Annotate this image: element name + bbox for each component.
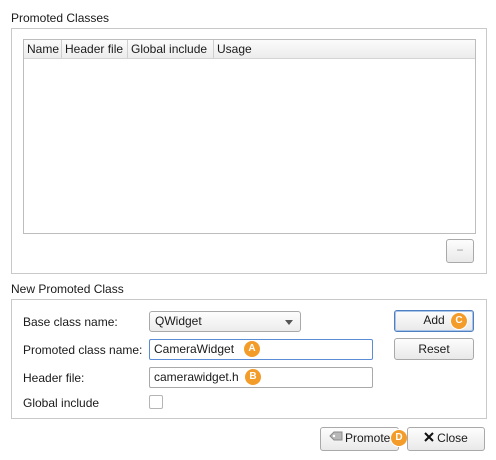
close-button-label: Close [437,431,468,445]
promoted-classes-title: Promoted Classes [11,11,110,25]
promote-icon [329,428,343,449]
minus-icon: − [456,243,464,257]
column-header-usage[interactable]: Usage [214,40,475,58]
marker-c-badge: C [451,313,467,329]
global-include-checkbox[interactable] [149,395,163,409]
header-file-value: camerawidget.h [154,370,239,384]
column-header-header-file[interactable]: Header file [62,40,128,58]
header-file-input[interactable]: camerawidget.h [149,367,373,388]
promoted-classes-table[interactable]: Name Header file Global include Usage [23,39,476,234]
base-class-value: QWidget [155,314,202,328]
column-header-global-include[interactable]: Global include [128,40,214,58]
base-class-label: Base class name: [23,315,118,329]
new-promoted-class-group: Base class name: QWidget Promoted class … [11,299,487,419]
remove-class-button[interactable]: − [446,239,474,263]
promoted-classes-group: Name Header file Global include Usage − [11,28,487,274]
chevron-down-icon [285,320,293,325]
close-button[interactable]: Close [407,427,485,451]
marker-b-badge: B [245,369,261,385]
header-file-label: Header file: [23,371,85,385]
close-icon [424,428,434,449]
base-class-select[interactable]: QWidget [149,311,301,332]
promoted-class-name-value: CameraWidget [154,342,235,356]
table-header: Name Header file Global include Usage [24,40,475,59]
add-button-label: Add [423,313,445,327]
promote-button-label: Promote [345,431,391,445]
column-header-name[interactable]: Name [24,40,62,58]
reset-button-label: Reset [418,342,450,356]
promote-button[interactable]: Promote [320,427,399,451]
new-promoted-class-title: New Promoted Class [11,282,124,296]
global-include-label: Global include [23,396,100,410]
marker-d-badge: D [391,430,407,446]
reset-button[interactable]: Reset [394,338,474,360]
promoted-class-name-label: Promoted class name: [23,343,143,357]
promoted-class-name-input[interactable]: CameraWidget [149,339,373,360]
marker-a-badge: A [244,341,260,357]
